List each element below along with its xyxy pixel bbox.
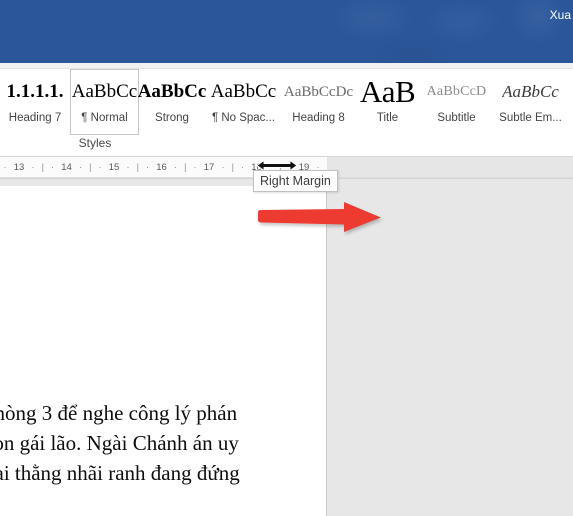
document-body-text[interactable]: phòng 3 để nghe công lý phán con gái lão.… (0, 398, 284, 488)
ruler-minor-dot: · (146, 162, 149, 172)
ruler-minor-dot: · (174, 162, 177, 172)
ruler-tooltip: Right Margin (253, 170, 338, 192)
style-preview: AaBbCc (71, 81, 138, 102)
styles-gallery[interactable]: 1.1.1.1. Heading 7 AaBbCc ¶ Normal AaBbCc Str… (0, 69, 573, 135)
style-label: Subtitle (437, 112, 476, 124)
style-label: Strong (155, 112, 189, 124)
ruler-number: 17 (203, 162, 215, 173)
style-item-title[interactable]: AaB Title (355, 69, 420, 135)
ruler-minor-dot: · (193, 162, 197, 172)
style-preview: 1.1.1.1. (6, 81, 64, 102)
document-line: con gái lão. Ngài Chánh án uy (0, 431, 239, 455)
style-preview: AaBbCcD (426, 84, 487, 99)
ruler-minor-dot: · (221, 162, 225, 172)
ruler-half-tick: | (184, 162, 187, 172)
document-page[interactable]: phòng 3 để nghe công lý phán con gái lão.… (0, 186, 327, 516)
ruler-number: 15 (108, 162, 120, 173)
style-item-heading-7[interactable]: 1.1.1.1. Heading 7 (0, 69, 70, 135)
style-label: ¶ No Spac... (211, 112, 276, 124)
style-label: Heading 8 (292, 112, 345, 124)
style-preview: AaBbCc (210, 81, 277, 102)
word-window: Xua 1.1.1.1. Heading 7 AaBbCc ¶ Normal AaBbC… (0, 0, 573, 516)
style-label: Heading 7 (8, 112, 62, 124)
ribbon-styles-section: 1.1.1.1. Heading 7 AaBbCc ¶ Normal AaBbCc Str… (0, 63, 573, 157)
style-item-heading-8[interactable]: AaBbCcDc Heading 8 (282, 69, 355, 135)
document-line: hai thằng nhãi ranh đang đứng (0, 461, 240, 485)
ruler-minor-dot: · (98, 162, 102, 172)
style-item-normal[interactable]: AaBbCc ¶ Normal (70, 69, 139, 135)
style-item-strong[interactable]: AaBbCc Strong (137, 69, 207, 135)
style-preview: AaBbCc (502, 82, 559, 101)
ruler-number: 16 (156, 162, 167, 173)
ruler-half-tick: | (231, 162, 234, 172)
title-bar-text: Xua (549, 8, 571, 22)
title-bar-texture (313, 0, 573, 63)
document-line: phòng 3 để nghe công lý phán (0, 401, 238, 425)
style-item-no-spac[interactable]: AaBbCc ¶ No Spac... (205, 69, 282, 135)
ruler-minor-dot: · (241, 162, 244, 172)
styles-group-label: Styles (78, 136, 112, 150)
ruler-minor-dot: · (79, 162, 82, 172)
style-label: ¶ Normal (81, 112, 128, 124)
style-label: Subtle Em... (499, 112, 562, 124)
ruler-minor-dot: · (126, 162, 130, 172)
style-item-subtitle[interactable]: AaBbCcD Subtitle (420, 69, 493, 135)
ruler-minor-dot: · (3, 162, 7, 172)
title-bar: Xua (0, 0, 573, 63)
ruler-half-tick: | (136, 162, 139, 172)
ruler-half-tick: | (41, 162, 44, 172)
style-preview: AaBbCcDc (283, 83, 354, 100)
ruler-number: 13 (13, 162, 25, 173)
style-preview: AaB (359, 74, 416, 109)
ruler-half-tick: | (89, 162, 92, 172)
ruler-minor-dot: · (31, 162, 35, 172)
style-item-subtle-em[interactable]: AaBbCc Subtle Em... (493, 69, 568, 135)
ruler-minor-dot: · (51, 162, 54, 172)
style-preview: AaBbCc (137, 81, 207, 102)
document-canvas: phòng 3 để nghe công lý phán con gái lão.… (0, 178, 573, 516)
ruler-number: 14 (61, 162, 72, 173)
style-label: Title (376, 112, 399, 124)
tooltip-label: Right Margin (260, 174, 331, 188)
